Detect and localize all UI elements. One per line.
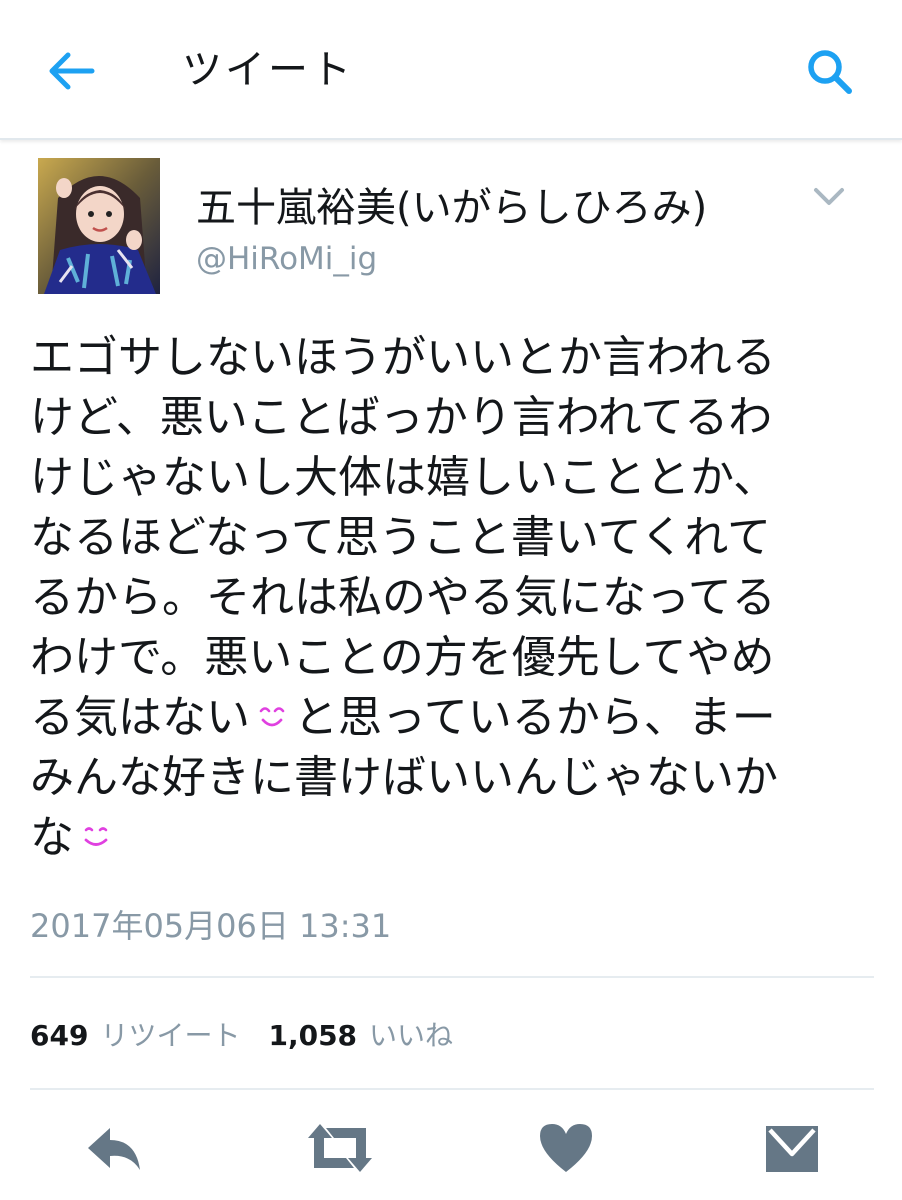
avatar[interactable] <box>38 158 160 294</box>
heart-icon <box>540 1124 592 1172</box>
smiling-face-emoji-icon <box>84 827 108 846</box>
divider <box>30 976 874 978</box>
page-title: ツイート <box>182 47 354 93</box>
tweet-segment: る気はない <box>30 692 250 743</box>
search-button[interactable] <box>804 46 856 98</box>
like-count[interactable]: 1,058 <box>268 1019 357 1052</box>
retweet-icon <box>308 1124 372 1172</box>
retweet-button[interactable] <box>302 1118 378 1178</box>
reply-icon <box>88 1128 140 1170</box>
tweet-line: わけで。悪いことの方を優先してやめ <box>30 632 775 683</box>
direct-message-button[interactable] <box>762 1118 822 1178</box>
retweet-count[interactable]: 649 <box>30 1019 88 1052</box>
top-bar: ツイート <box>0 0 902 140</box>
tweet-line: けじゃないし大体は嬉しいこととか、 <box>30 452 778 503</box>
tweet-line-with-emoji: な <box>30 808 850 868</box>
tweet-segment: と思っているから、まー <box>294 692 776 743</box>
back-button[interactable] <box>46 48 96 94</box>
envelope-icon <box>766 1126 818 1172</box>
tweet-segment: な <box>30 812 74 863</box>
tweet-line: みんな好きに書けばいいんじゃないか <box>30 752 778 803</box>
author-display-name[interactable]: 五十嵐裕美(いがらしひろみ) <box>196 180 707 236</box>
arrow-left-icon <box>49 52 95 90</box>
avatar-photo <box>38 158 160 294</box>
reply-button[interactable] <box>84 1118 144 1178</box>
tweet-line: けど、悪いことばっかり言われてるわ <box>30 392 773 443</box>
tweet-timestamp: 2017年05月06日 13:31 <box>30 907 392 945</box>
chevron-down-icon <box>814 188 844 205</box>
author-handle[interactable]: @HiRoMi_ig <box>196 238 377 280</box>
smiling-face-emoji-icon <box>259 707 285 727</box>
tweet-stats: 649 リツイート 1,058 いいね <box>30 1016 481 1056</box>
tweet-detail-screen: ツイート 五十嵐裕美(いがらしひろみ) @HiRoMi_ig エゴサしないほうが… <box>0 0 902 1200</box>
like-label[interactable]: いいね <box>369 1019 453 1052</box>
tweet-line: エゴサしないほうがいいとか言われる <box>30 332 776 383</box>
tweet-line-with-emoji: る気はない と思っているから、まー <box>30 688 850 748</box>
tweet-line: なるほどなって思うこと書いてくれて <box>30 512 771 563</box>
tweet-line: るから。それは私のやる気になってる <box>30 572 776 623</box>
tweet-text: エゴサしないほうがいいとか言われる けど、悪いことばっかり言われてるわ けじゃな… <box>30 328 850 868</box>
search-icon <box>808 50 852 94</box>
divider <box>30 1088 874 1090</box>
like-button[interactable] <box>536 1118 596 1178</box>
tweet-menu-button[interactable] <box>812 184 846 210</box>
retweet-label[interactable]: リツイート <box>100 1019 240 1052</box>
